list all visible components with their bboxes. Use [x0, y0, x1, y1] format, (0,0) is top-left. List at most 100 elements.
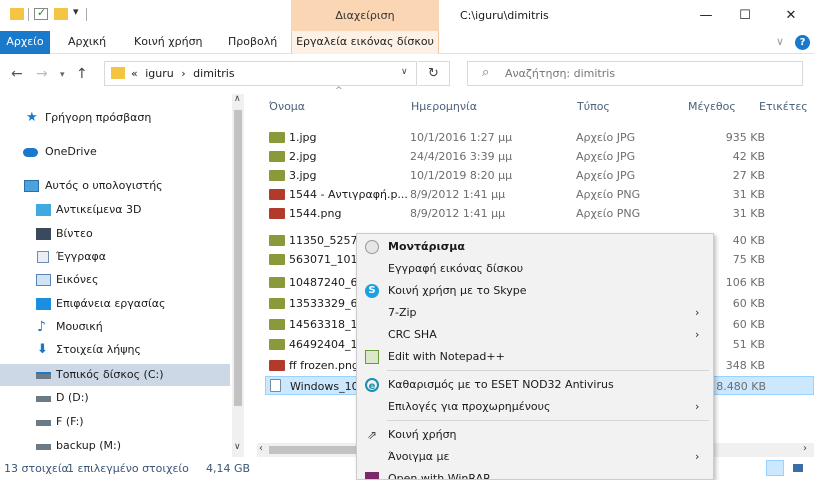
sidebar-item-label: D (D:) [56, 391, 89, 404]
table-row[interactable]: 1544 - Αντιγραφή.p... 8/9/2012 1:41 μμ Α… [265, 185, 814, 204]
sidebar-item-local-disk-c[interactable]: Τοπικός δίσκος (C:) [0, 364, 230, 386]
sidebar-item-label: Γρήγορη πρόσβαση [45, 111, 152, 124]
column-header-name[interactable]: Όνομα [269, 100, 305, 113]
share-icon: ⇗ [366, 428, 378, 442]
scroll-left-icon[interactable]: ‹ [259, 443, 263, 454]
computer-icon [24, 180, 39, 192]
table-row[interactable]: 2.jpg 24/4/2016 3:39 μμ Αρχείο JPG 42 KB [265, 147, 814, 166]
large-icons-view-icon[interactable] [790, 460, 806, 476]
expand-ribbon-icon[interactable]: ∨ [776, 35, 784, 48]
file-name: 2.jpg [289, 150, 317, 163]
sidebar-item-label: Μουσική [56, 320, 103, 333]
sidebar-item-label: Βίντεο [56, 227, 93, 240]
sidebar-item-pictures[interactable]: Εικόνες [0, 269, 230, 291]
scroll-down-icon[interactable]: ∨ [234, 442, 241, 452]
breadcrumb-iguru[interactable]: iguru [145, 67, 174, 80]
sidebar-item-label: backup (M:) [56, 439, 122, 452]
menu-item-eset-scan[interactable]: e Καθαρισμός με το ESET NOD32 Antivirus [359, 374, 711, 396]
table-row[interactable]: 1544.png 8/9/2012 1:41 μμ Αρχείο PNG 31 … [265, 204, 814, 223]
sidebar-item-desktop[interactable]: Επιφάνεια εργασίας [0, 293, 230, 315]
refresh-button[interactable]: ↻ [418, 61, 450, 86]
png-file-icon [269, 189, 285, 200]
menu-item-open-with[interactable]: Άνοιγμα με › [359, 446, 711, 468]
jpg-file-icon [269, 170, 285, 181]
sidebar-item-quick-access[interactable]: ★ Γρήγορη πρόσβαση [0, 107, 230, 129]
sidebar-item-this-pc[interactable]: Αυτός ο υπολογιστής [0, 175, 230, 197]
details-view-icon[interactable] [766, 460, 784, 476]
menu-item-mount[interactable]: Μοντάρισμα [359, 236, 711, 258]
menu-item-label: Άνοιγμα με [388, 450, 450, 463]
selected-count: 1 επιλεγμένο στοιχείο [67, 462, 189, 475]
title-bar: ▾ Διαχείριση C:\iguru\dimitris — ☐ ✕ [0, 0, 814, 31]
column-header-type[interactable]: Τύπος [577, 100, 610, 113]
jpg-file-icon [269, 132, 285, 143]
close-button[interactable]: ✕ [768, 0, 814, 31]
menu-item-label: Κοινή χρήση [388, 428, 457, 441]
scroll-up-icon[interactable]: ∧ [234, 94, 241, 104]
menu-item-open-winrar[interactable]: Open with WinRAR [359, 468, 711, 479]
sidebar-item-label: Αντικείμενα 3D [56, 203, 142, 216]
jpg-file-icon [269, 319, 285, 330]
breadcrumb[interactable]: « iguru › dimitris [131, 67, 239, 80]
menu-item-share-skype[interactable]: S Κοινή χρήση με το Skype [359, 280, 711, 302]
sidebar-item-backup-m[interactable]: backup (M:) [0, 435, 230, 457]
table-row[interactable]: 3.jpg 10/1/2019 8:20 μμ Αρχείο JPG 27 KB [265, 166, 814, 185]
tab-home[interactable]: Αρχική [68, 31, 106, 54]
column-header-date[interactable]: Ημερομηνία [411, 100, 477, 113]
column-header-size[interactable]: Μέγεθος [688, 100, 736, 113]
menu-item-share[interactable]: ⇗ Κοινή χρήση [359, 424, 711, 446]
menu-item-advanced-options[interactable]: Επιλογές για προχωρημένους › [359, 396, 711, 418]
sidebar-item-downloads[interactable]: ⬇ Στοιχεία λήψης [0, 339, 230, 361]
jpg-file-icon [269, 339, 285, 350]
sidebar-item-drive-d[interactable]: D (D:) [0, 387, 230, 409]
recent-locations-icon[interactable]: ▾ [60, 70, 65, 80]
sidebar-item-drive-f[interactable]: F (F:) [0, 411, 230, 433]
file-date: 8/9/2012 1:41 μμ [410, 188, 506, 201]
new-folder-icon[interactable] [54, 8, 68, 20]
context-menu: Μοντάρισμα Εγγραφή εικόνας δίσκου S Κοιν… [356, 233, 714, 480]
file-date: 10/1/2016 1:27 μμ [410, 131, 513, 144]
menu-item-notepad-plus[interactable]: Edit with Notepad++ [359, 346, 711, 368]
breadcrumb-overflow[interactable]: « [131, 67, 138, 80]
sidebar-item-documents[interactable]: Έγγραφα [0, 246, 230, 268]
eset-icon: e [365, 378, 379, 392]
table-row[interactable]: 1.jpg 10/1/2016 1:27 μμ Αρχείο JPG 935 K… [265, 128, 814, 147]
customize-quick-access-icon[interactable]: ▾ [73, 5, 79, 18]
properties-icon[interactable] [34, 6, 48, 20]
menu-item-crc-sha[interactable]: CRC SHA › [359, 324, 711, 346]
skype-icon: S [365, 284, 379, 298]
sidebar-item-onedrive[interactable]: OneDrive [0, 141, 230, 163]
selected-size: 4,14 GB [206, 462, 251, 475]
desktop-icon [36, 298, 51, 310]
search-input[interactable]: ⌕ Αναζήτηση: dimitris [467, 61, 803, 86]
nav-pane-scrollbar[interactable]: ∧ ∨ [232, 94, 244, 457]
scroll-right-icon[interactable]: › [803, 443, 807, 454]
address-bar[interactable]: « iguru › dimitris ∨ [104, 61, 417, 86]
breadcrumb-separator[interactable]: › [181, 67, 185, 80]
up-arrow-icon[interactable]: ↑ [76, 66, 88, 82]
menu-item-burn-disc-image[interactable]: Εγγραφή εικόνας δίσκου [359, 258, 711, 280]
menu-item-label: Μοντάρισμα [388, 240, 465, 253]
tab-view[interactable]: Προβολή [228, 31, 277, 54]
chevron-down-icon[interactable]: ∨ [401, 67, 408, 77]
music-icon: ♪ [37, 319, 46, 335]
column-header-tags[interactable]: Ετικέτες [759, 100, 808, 113]
tab-disc-image-tools[interactable]: Εργαλεία εικόνας δίσκου [291, 31, 439, 54]
menu-item-7zip[interactable]: 7-Zip › [359, 302, 711, 324]
forward-arrow-icon[interactable]: → [36, 66, 48, 82]
star-icon: ★ [26, 110, 38, 125]
sidebar-item-music[interactable]: ♪ Μουσική [0, 316, 230, 338]
tab-file[interactable]: Αρχείο [0, 31, 50, 54]
winrar-icon [365, 472, 379, 479]
sidebar-item-videos[interactable]: Βίντεο [0, 223, 230, 245]
file-type: Αρχείο JPG [576, 150, 636, 163]
breadcrumb-dimitris[interactable]: dimitris [193, 67, 234, 80]
sidebar-item-3d-objects[interactable]: Αντικείμενα 3D [0, 199, 230, 221]
tab-share[interactable]: Κοινή χρήση [134, 31, 203, 54]
file-date: 10/1/2019 8:20 μμ [410, 169, 513, 182]
maximize-button[interactable]: ☐ [722, 0, 768, 31]
scrollbar-thumb[interactable] [234, 110, 242, 406]
back-arrow-icon[interactable]: ← [11, 66, 23, 82]
help-button[interactable]: ? [795, 35, 810, 50]
sidebar-item-label: F (F:) [56, 415, 84, 428]
